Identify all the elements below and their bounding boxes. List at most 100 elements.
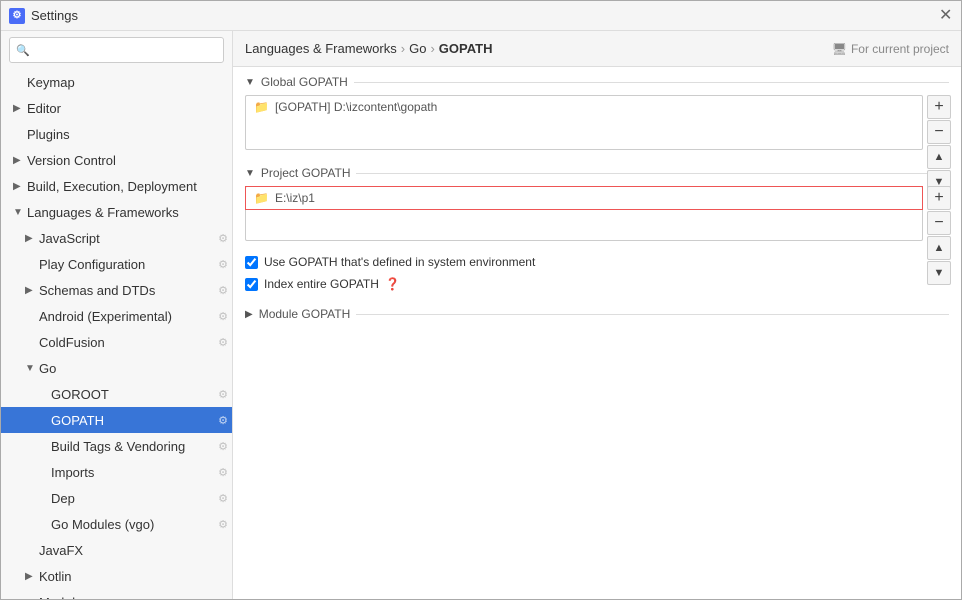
no-arrow (25, 259, 39, 270)
add-button[interactable]: + (927, 95, 951, 119)
global-gopath-section: ▼ Global GOPATH 📁 [GOPATH] D:\izcontent\… (233, 67, 961, 150)
sidebar-item-markdown[interactable]: Markdown (1, 589, 232, 599)
titlebar-left: ⚙ Settings (9, 8, 78, 24)
close-button[interactable]: ✕ (939, 9, 953, 23)
no-arrow (37, 389, 51, 400)
index-entire-gopath-checkbox[interactable] (245, 278, 258, 291)
breadcrumb-part1: Languages & Frameworks (245, 41, 397, 56)
collapse-arrow[interactable]: ▼ (245, 77, 255, 88)
no-arrow (13, 129, 27, 140)
sidebar-tree: Keymap ▶ Editor Plugins ▶ Version Contro… (1, 69, 232, 599)
use-system-gopath-label: Use GOPATH that's defined in system envi… (264, 255, 535, 269)
sidebar-item-schemas[interactable]: ▶ Schemas and DTDs ⚙ (1, 277, 232, 303)
gear-icon: ⚙ (218, 284, 228, 297)
expand-arrow: ▶ (25, 285, 39, 296)
list-item[interactable]: 📁 E:\iz\p1 (246, 187, 922, 209)
sidebar-item-version-control[interactable]: ▶ Version Control (1, 147, 232, 173)
no-arrow (25, 545, 39, 556)
add-button[interactable]: + (927, 186, 951, 210)
sidebar-item-javascript[interactable]: ▶ JavaScript ⚙ (1, 225, 232, 251)
path-text: E:\iz\p1 (275, 191, 315, 205)
window-title: Settings (31, 8, 78, 23)
list-item[interactable]: 📁 [GOPATH] D:\izcontent\gopath (246, 96, 922, 118)
expand-arrow: ▶ (13, 181, 27, 192)
project-gopath-paths-wrapper: 📁 E:\iz\p1 + − ▲ ▼ (245, 186, 923, 241)
sidebar: 🔍 Keymap ▶ Editor Plugins (1, 31, 233, 599)
sidebar-item-goroot[interactable]: GOROOT ⚙ (1, 381, 232, 407)
gear-icon: ⚙ (218, 414, 228, 427)
expand-arrow[interactable]: ▶ (245, 309, 253, 320)
settings-window: ⚙ Settings ✕ 🔍 Keymap ▶ Editor (0, 0, 962, 600)
main-layout: 🔍 Keymap ▶ Editor Plugins (1, 31, 961, 599)
expand-arrow: ▶ (13, 155, 27, 166)
sidebar-item-build-tags[interactable]: Build Tags & Vendoring ⚙ (1, 433, 232, 459)
search-box[interactable]: 🔍 (9, 37, 224, 63)
no-arrow (37, 493, 51, 504)
breadcrumb-sep1: › (401, 41, 405, 56)
section-divider (354, 82, 949, 83)
global-gopath-path-list: 📁 [GOPATH] D:\izcontent\gopath (245, 95, 923, 150)
remove-button[interactable]: − (927, 120, 951, 144)
global-gopath-paths-wrapper: 📁 [GOPATH] D:\izcontent\gopath + − ▲ ▼ (245, 95, 923, 150)
search-icon: 🔍 (16, 44, 30, 57)
gear-icon: ⚙ (218, 388, 228, 401)
index-entire-gopath-row: Index entire GOPATH ❓ (233, 273, 961, 295)
gear-icon: ⚙ (218, 336, 228, 349)
move-up-button[interactable]: ▲ (927, 236, 951, 260)
index-entire-gopath-label: Index entire GOPATH (264, 277, 379, 291)
expand-arrow: ▼ (25, 363, 39, 374)
use-system-gopath-checkbox[interactable] (245, 256, 258, 269)
no-arrow (25, 337, 39, 348)
move-up-button[interactable]: ▲ (927, 145, 951, 169)
sidebar-item-plugins[interactable]: Plugins (1, 121, 232, 147)
search-input[interactable] (34, 43, 217, 57)
no-arrow (25, 311, 39, 322)
gear-icon: ⚙ (218, 492, 228, 505)
module-gopath-header: ▶ Module GOPATH (233, 299, 961, 327)
sidebar-item-imports[interactable]: Imports ⚙ (1, 459, 232, 485)
remove-button[interactable]: − (927, 211, 951, 235)
global-gopath-side-buttons: + − ▲ ▼ (927, 95, 951, 195)
global-gopath-label: Global GOPATH (261, 75, 348, 89)
sidebar-item-build[interactable]: ▶ Build, Execution, Deployment (1, 173, 232, 199)
sidebar-item-languages[interactable]: ▼ Languages & Frameworks (1, 199, 232, 225)
sidebar-item-go-modules[interactable]: Go Modules (vgo) ⚙ (1, 511, 232, 537)
monitor-icon: 🖥 (832, 42, 847, 56)
breadcrumb: Languages & Frameworks › Go › GOPATH (245, 41, 492, 56)
path-text: [GOPATH] D:\izcontent\gopath (275, 100, 437, 114)
breadcrumb-sep2: › (430, 41, 434, 56)
help-icon[interactable]: ❓ (385, 277, 400, 291)
sidebar-item-go[interactable]: ▼ Go (1, 355, 232, 381)
section-divider (356, 314, 949, 315)
expand-arrow: ▶ (25, 571, 39, 582)
gear-icon: ⚙ (218, 232, 228, 245)
move-down-button[interactable]: ▼ (927, 261, 951, 285)
titlebar: ⚙ Settings ✕ (1, 1, 961, 31)
no-arrow (37, 415, 51, 426)
expand-arrow: ▼ (13, 207, 27, 218)
sidebar-item-android[interactable]: Android (Experimental) ⚙ (1, 303, 232, 329)
sidebar-item-dep[interactable]: Dep ⚙ (1, 485, 232, 511)
sidebar-item-javafx[interactable]: JavaFX (1, 537, 232, 563)
project-gopath-header: ▼ Project GOPATH (233, 158, 961, 186)
sidebar-item-gopath[interactable]: GOPATH ⚙ (1, 407, 232, 433)
sidebar-item-play-config[interactable]: Play Configuration ⚙ (1, 251, 232, 277)
gear-icon: ⚙ (218, 440, 228, 453)
use-system-gopath-row: Use GOPATH that's defined in system envi… (233, 251, 961, 273)
for-project-label: 🖥 For current project (832, 42, 949, 56)
module-gopath-section: ▶ Module GOPATH (233, 299, 961, 327)
sidebar-item-keymap[interactable]: Keymap (1, 69, 232, 95)
project-gopath-side-buttons: + − ▲ ▼ (927, 186, 951, 286)
collapse-arrow[interactable]: ▼ (245, 168, 255, 179)
content-panel: Languages & Frameworks › Go › GOPATH 🖥 F… (233, 31, 961, 599)
section-divider (356, 173, 949, 174)
folder-icon: 📁 (254, 191, 269, 205)
gear-icon: ⚙ (218, 258, 228, 271)
sidebar-item-kotlin[interactable]: ▶ Kotlin (1, 563, 232, 589)
sidebar-item-editor[interactable]: ▶ Editor (1, 95, 232, 121)
breadcrumb-part3: GOPATH (439, 41, 493, 56)
content-header: Languages & Frameworks › Go › GOPATH 🖥 F… (233, 31, 961, 67)
no-arrow (37, 441, 51, 452)
sidebar-item-coldfusion[interactable]: ColdFusion ⚙ (1, 329, 232, 355)
app-icon: ⚙ (9, 8, 25, 24)
